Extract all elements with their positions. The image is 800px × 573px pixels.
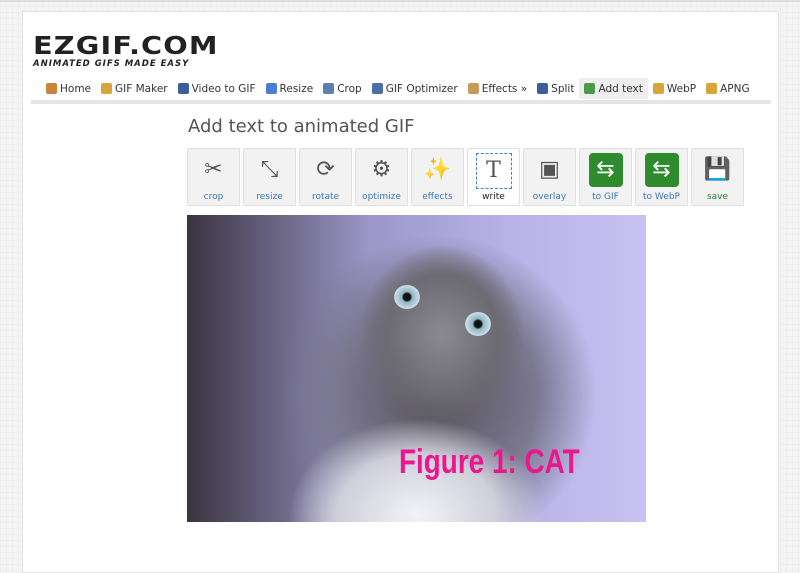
- tool-label: save: [706, 192, 729, 202]
- nav-divider: [31, 100, 771, 104]
- tool-optimize-button[interactable]: ⚙ optimize: [355, 148, 408, 206]
- page-container: EZGIF.COM ANIMATED GIFS MADE EASY Home GI…: [22, 11, 779, 573]
- cat-eye: [394, 285, 420, 309]
- cat-eye: [465, 312, 491, 336]
- editor-toolbar: ✂ crop ⤡ resize ⟳ rotate ⚙ optimize ✨ effects Twri…: [187, 148, 744, 206]
- nav-item-label: Split: [551, 82, 575, 95]
- nav-item-effects[interactable]: Effects »: [463, 78, 532, 99]
- text-add-icon: T: [475, 153, 512, 189]
- tool-label: write: [482, 192, 505, 202]
- tool-save-button[interactable]: 💾 save: [691, 148, 744, 206]
- tool-label: rotate: [311, 192, 340, 202]
- tool-label: to WebP: [643, 192, 680, 202]
- tool-effects-button[interactable]: ✨ effects: [411, 148, 464, 206]
- resize-frame-icon: ⤡: [260, 157, 279, 182]
- split-icon: [537, 83, 549, 94]
- logo-text: EZGIF.COM: [33, 31, 219, 60]
- webp-icon: [652, 83, 664, 94]
- nav-item-home[interactable]: Home: [41, 78, 96, 99]
- nav-item-split[interactable]: Split: [532, 78, 579, 99]
- nav-item-resize[interactable]: Resize: [261, 78, 319, 99]
- tool-label: effects: [422, 192, 453, 202]
- nav-item-webp[interactable]: WebP: [648, 78, 701, 99]
- nav-item-gif-maker[interactable]: GIF Maker: [96, 78, 173, 99]
- nav-item-label: Effects »: [481, 82, 528, 95]
- tool-label: to GIF: [592, 192, 619, 202]
- image-add-icon: ▣: [539, 157, 560, 182]
- nav-item-label: Add text: [598, 82, 643, 95]
- nav-item-label: GIF Maker: [115, 82, 168, 95]
- apng-icon: [706, 83, 718, 94]
- resize-icon: [265, 83, 277, 94]
- convert-arrows-icon: ⇆: [644, 153, 679, 187]
- ezgif-logo[interactable]: EZGIF.COM ANIMATED GIFS MADE EASY: [33, 33, 217, 69]
- cat-gif-preview: Figure 1: CAT: [187, 215, 646, 522]
- home-icon: [46, 83, 57, 94]
- main-nav: Home GIF Maker Video to GIF Resize Crop GIF O…: [41, 78, 755, 99]
- tool-write-button[interactable]: Twrite: [467, 148, 520, 206]
- nav-item-label: Video to GIF: [191, 82, 256, 95]
- film-icon: [177, 83, 189, 94]
- tool-to-webp-button[interactable]: ⇆ to WebP: [635, 148, 688, 206]
- nav-item-label: APNG: [720, 82, 750, 95]
- nav-item-crop[interactable]: Crop: [318, 78, 367, 99]
- tool-label: crop: [203, 192, 224, 202]
- tool-resize-button[interactable]: ⤡ resize: [243, 148, 296, 206]
- tool-label: overlay: [532, 192, 567, 202]
- rotate-icon: ⟳: [316, 157, 335, 182]
- tool-label: optimize: [362, 192, 401, 202]
- image-caption-text: Figure 1: CAT: [399, 443, 580, 481]
- tool-overlay-button[interactable]: ▣ overlay: [523, 148, 576, 206]
- nav-item-gif-optimizer[interactable]: GIF Optimizer: [367, 78, 463, 99]
- magic-wand-icon: ✨: [423, 157, 452, 182]
- tool-crop-button[interactable]: ✂ crop: [187, 148, 240, 206]
- nav-item-apng[interactable]: APNG: [701, 78, 755, 99]
- tool-to-gif-button[interactable]: ⇆ to GIF: [579, 148, 632, 206]
- tool-rotate-button[interactable]: ⟳ rotate: [299, 148, 352, 206]
- effects-icon: [467, 83, 479, 94]
- gear-broom-icon: ⚙: [371, 157, 392, 182]
- nav-item-label: GIF Optimizer: [385, 82, 458, 95]
- nav-item-label: WebP: [666, 82, 697, 95]
- convert-arrows-icon: ⇆: [588, 153, 623, 187]
- logo-tagline: ANIMATED GIFS MADE EASY: [33, 59, 190, 69]
- nav-item-add-text[interactable]: Add text: [579, 78, 648, 99]
- nav-item-video-to-gif[interactable]: Video to GIF: [173, 78, 261, 99]
- nav-item-label: Crop: [337, 82, 362, 95]
- add-text-icon: [584, 83, 596, 94]
- nav-item-label: Home: [60, 82, 92, 95]
- nav-item-label: Resize: [279, 82, 314, 95]
- tool-label: resize: [256, 192, 283, 202]
- optimizer-icon: [371, 83, 383, 94]
- crop-knife-icon: ✂: [204, 157, 223, 182]
- crop-icon: [323, 83, 335, 94]
- floppy-disk-icon: 💾: [703, 157, 732, 182]
- page-title: Add text to animated GIF: [188, 116, 415, 137]
- gif-maker-icon: [101, 83, 113, 94]
